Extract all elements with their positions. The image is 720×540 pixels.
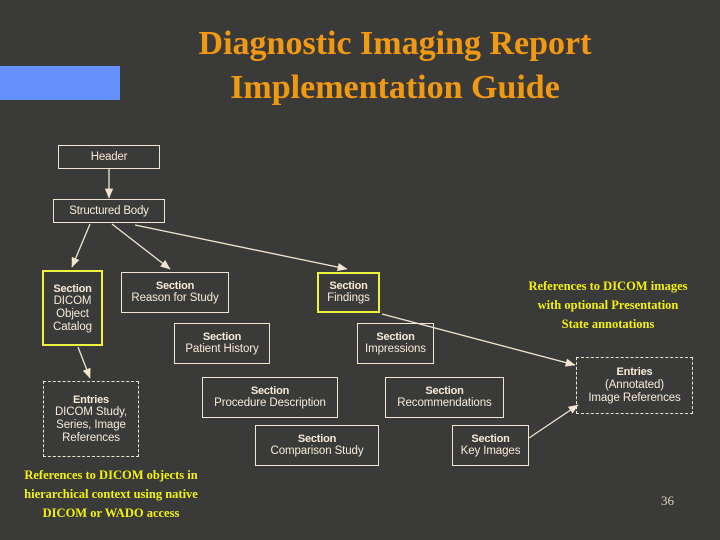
node-section-procedure-description[interactable]: Section Procedure Description [202, 377, 338, 418]
node-subtitle: Recommendations [397, 397, 492, 410]
node-subtitle: Reason for Study [131, 292, 219, 305]
node-subtitle-line-2: Series, Image [56, 418, 126, 431]
arrow-doc-catalog-to-entries-left [77, 346, 91, 379]
annotation-line-1: References to DICOM objects in [24, 468, 198, 482]
node-section-reason-for-study[interactable]: Section Reason for Study [121, 272, 229, 313]
annotation-line-3: State annotations [561, 317, 655, 331]
node-entries-dicom-references[interactable]: Entries DICOM Study, Series, Image Refer… [43, 381, 139, 457]
arrow-body-to-findings [134, 224, 348, 272]
node-subtitle: Findings [327, 292, 370, 305]
node-subtitle-line-1: DICOM Study, [54, 405, 128, 418]
title-line-1: Diagnostic Imaging Report [198, 25, 592, 62]
node-entries-annotated-image-references[interactable]: Entries (Annotated) Image References [576, 357, 693, 414]
title-line-2: Implementation Guide [230, 68, 560, 106]
node-section-dicom-object-catalog[interactable]: Section DICOM Object Catalog [42, 270, 103, 346]
node-section-comparison-study[interactable]: Section Comparison Study [255, 425, 379, 466]
node-section-label: Section [425, 384, 464, 397]
node-subtitle-line-2: Image References [588, 391, 681, 404]
accent-bar [0, 66, 120, 100]
node-subtitle: Patient History [185, 343, 259, 356]
node-structured-body[interactable]: Structured Body [53, 199, 165, 223]
arrow-key-images-to-entries-right [528, 404, 579, 439]
node-subtitle: Procedure Description [214, 397, 326, 410]
node-subtitle: Key Images [460, 445, 521, 458]
node-section-label: Section [329, 279, 368, 292]
node-entries-label: Entries [73, 393, 109, 406]
node-subtitle-line-1: (Annotated) [605, 378, 664, 391]
node-subtitle-line-2: Object [56, 307, 89, 320]
node-subtitle: Impressions [365, 343, 426, 356]
node-section-label: Section [53, 282, 92, 295]
node-section-recommendations[interactable]: Section Recommendations [385, 377, 504, 418]
node-subtitle-line-3: References [62, 431, 120, 444]
annotation-dicom-images: References to DICOM images with optional… [496, 277, 720, 334]
slide-canvas: Diagnostic Imaging Report Implementation… [0, 0, 720, 540]
node-section-label: Section [202, 330, 242, 343]
annotation-dicom-objects: References to DICOM objects in hierarchi… [0, 466, 222, 523]
node-section-findings[interactable]: Section Findings [317, 272, 380, 313]
page-title: Diagnostic Imaging Report Implementation… [110, 22, 680, 109]
page-number: 36 [661, 493, 674, 508]
node-subtitle-line-3: Catalog [53, 320, 92, 333]
node-section-label: Section [250, 384, 290, 397]
node-section-label: Section [376, 330, 415, 343]
node-header[interactable]: Header [58, 145, 160, 169]
node-section-label: Section [155, 279, 195, 292]
node-section-label: Section [297, 432, 337, 445]
annotation-line-2: with optional Presentation [537, 298, 679, 312]
annotation-line-3: DICOM or WADO access [42, 506, 180, 520]
annotation-line-2: hierarchical context using native [24, 487, 198, 501]
node-structured-body-label: Structured Body [69, 204, 149, 217]
node-section-patient-history[interactable]: Section Patient History [174, 323, 270, 364]
node-subtitle-line-1: DICOM [53, 294, 92, 307]
node-header-label: Header [90, 150, 128, 163]
node-entries-label: Entries [616, 366, 653, 379]
arrow-body-to-reason [111, 223, 171, 270]
node-subtitle: Comparison Study [270, 445, 364, 458]
node-section-label: Section [471, 432, 510, 445]
node-section-impressions[interactable]: Section Impressions [357, 323, 434, 364]
arrow-body-to-doc-catalog [71, 223, 91, 268]
annotation-line-1: References to DICOM images [528, 279, 688, 293]
node-section-key-images[interactable]: Section Key Images [452, 425, 529, 466]
